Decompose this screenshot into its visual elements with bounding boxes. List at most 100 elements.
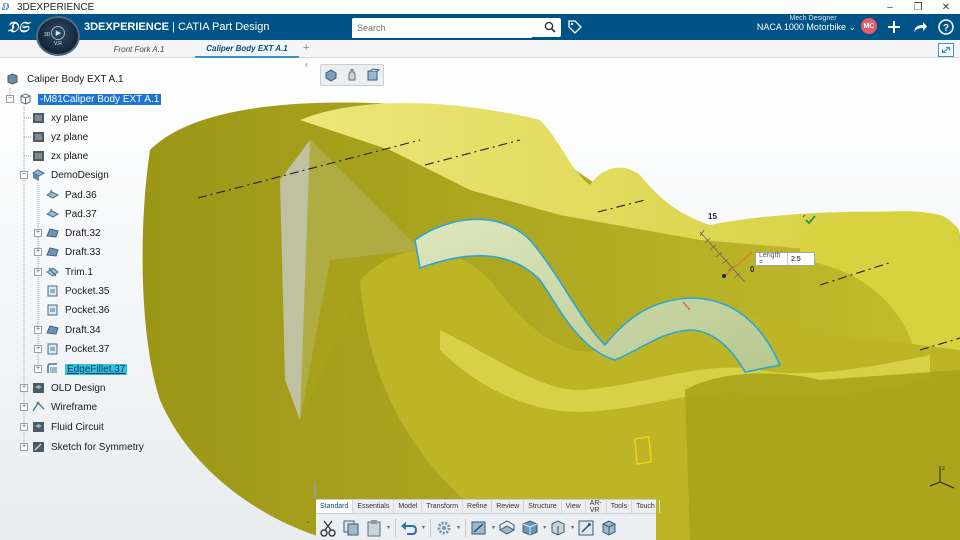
expand-toggle[interactable]: + <box>34 365 42 373</box>
expand-toggle[interactable]: + <box>34 248 42 256</box>
action-bar-collapse-arrow[interactable]: ⌄ <box>305 517 311 525</box>
tree-node-draft32[interactable]: + Draft.32 <box>34 225 101 241</box>
user-avatar[interactable]: MC <box>861 18 877 34</box>
minimize-button[interactable]: – <box>876 2 904 13</box>
cube-tool-icon[interactable] <box>599 518 619 538</box>
tree-node-trim1[interactable]: + Trim.1 <box>34 264 93 280</box>
tree-label: Sketch for Symmetry <box>51 441 144 453</box>
tab-refine[interactable]: Refine <box>463 500 493 513</box>
plane-icon <box>33 113 44 123</box>
brand-label: 3DEXPERIENCE <box>84 21 169 33</box>
tree-node-draft34[interactable]: + Draft.34 <box>34 322 101 338</box>
fullscreen-icon[interactable] <box>938 43 954 57</box>
tree-node-xy-plane[interactable]: xy plane <box>32 110 88 126</box>
tree-node-draft33[interactable]: + Draft.33 <box>34 244 101 260</box>
tab-essentials[interactable]: Essentials <box>353 500 395 513</box>
tab-caliper-body[interactable]: Caliper Body EXT A.1 <box>195 40 299 58</box>
body-tool-icon[interactable] <box>548 518 568 538</box>
expand-toggle[interactable]: + <box>20 403 28 411</box>
tab-view[interactable]: View <box>562 500 586 513</box>
project-selector[interactable]: NACA 1000 Motorbike ⌄ <box>740 22 856 33</box>
3d-viewport[interactable] <box>0 58 960 540</box>
tab-model[interactable]: Model <box>394 500 423 513</box>
expand-toggle[interactable]: + <box>34 229 42 237</box>
action-bar-handle[interactable] <box>314 482 316 498</box>
pan-icon[interactable] <box>345 68 359 82</box>
collapse-toggle[interactable]: − <box>6 95 14 103</box>
tab-structure[interactable]: Structure <box>524 500 562 513</box>
pad-tool-icon[interactable] <box>497 518 517 538</box>
expand-toggle[interactable]: + <box>34 268 42 276</box>
compass-version: V.R <box>54 40 62 47</box>
help-icon[interactable]: ? <box>938 19 954 35</box>
sketch-tool-icon[interactable] <box>469 518 489 538</box>
tree-label: Caliper Body EXT A.1 <box>27 73 124 85</box>
search-icon[interactable] <box>544 21 556 33</box>
tree-collapse-arrow[interactable]: ‹ <box>305 60 308 69</box>
tab-standard[interactable]: Standard <box>316 500 354 513</box>
tree-node-demodesign[interactable]: − DemoDesign <box>20 167 109 183</box>
tab-touch[interactable]: Touch <box>632 500 660 513</box>
tab-ar-vr[interactable]: AR-VR <box>586 500 607 514</box>
length-value-input[interactable] <box>788 255 814 263</box>
tab-front-fork[interactable]: Front Fork A.1 <box>96 40 182 58</box>
user-info[interactable]: Mech Designer NACA 1000 Motorbike ⌄ <box>740 15 856 33</box>
tree-node-pad37[interactable]: Pad.37 <box>46 206 97 222</box>
search-box[interactable] <box>352 18 561 38</box>
solid-tool-icon[interactable] <box>520 518 540 538</box>
paste-icon[interactable] <box>364 518 384 538</box>
search-input[interactable] <box>352 18 532 38</box>
body-dropdown-icon[interactable]: ▾ <box>571 524 574 531</box>
copy-icon[interactable] <box>341 518 361 538</box>
add-tab-button[interactable]: + <box>303 42 309 54</box>
undo-icon[interactable] <box>399 518 419 538</box>
undo-dropdown-icon[interactable]: ▾ <box>422 524 425 531</box>
cut-icon[interactable] <box>318 518 338 538</box>
compass-widget[interactable]: 3D ▶ V.R <box>36 16 80 56</box>
restore-button[interactable]: ❐ <box>904 2 932 13</box>
paste-dropdown-icon[interactable]: ▾ <box>387 524 390 531</box>
dassault-logo-icon[interactable]: 𝔇𝔖 <box>0 14 36 40</box>
expand-toggle[interactable]: + <box>34 345 42 353</box>
length-input-box[interactable]: Length = <box>755 252 815 266</box>
share-icon[interactable] <box>912 19 928 35</box>
tab-tools[interactable]: Tools <box>607 500 633 513</box>
tree-node-edgefillet37[interactable]: + EdgeFillet.37 <box>34 361 128 377</box>
play-icon[interactable]: ▶ <box>51 25 65 40</box>
sketch-dropdown-icon[interactable]: ▾ <box>492 524 495 531</box>
expand-toggle[interactable]: + <box>20 423 28 431</box>
settings-gear-icon[interactable] <box>434 518 454 538</box>
tree-node-yz-plane[interactable]: yz plane <box>32 129 88 145</box>
tree-node-part[interactable]: − -M81Caliper Body EXT A.1 <box>6 91 162 107</box>
fit-all-icon[interactable] <box>324 68 338 82</box>
ruler-origin <box>722 274 726 278</box>
tree-node-old-design[interactable]: + OLD Design <box>20 380 105 396</box>
settings-dropdown-icon[interactable]: ▾ <box>457 524 460 531</box>
tree-node-pad36[interactable]: Pad.36 <box>46 187 97 203</box>
tree-node-pocket36[interactable]: Pocket.36 <box>46 302 109 318</box>
validate-check-icon[interactable] <box>802 213 816 225</box>
tree-label: zx plane <box>51 150 89 162</box>
tree-node-zx-plane[interactable]: zx plane <box>32 148 88 164</box>
axis-triad-icon[interactable]: z <box>926 462 956 492</box>
collapse-toggle[interactable]: − <box>20 171 28 179</box>
solid-dropdown-icon[interactable]: ▾ <box>543 524 546 531</box>
tab-transform[interactable]: Transform <box>422 500 464 513</box>
plane-icon <box>33 132 44 142</box>
tree-node-pocket35[interactable]: Pocket.35 <box>46 283 109 299</box>
tree-label: OLD Design <box>51 382 106 394</box>
tab-review[interactable]: Review <box>492 500 525 513</box>
expand-toggle[interactable]: + <box>20 443 28 451</box>
rotate-icon[interactable] <box>366 68 380 82</box>
tree-node-sketch-symmetry[interactable]: + Sketch for Symmetry <box>20 439 144 455</box>
expand-toggle[interactable]: + <box>20 384 28 392</box>
close-button[interactable]: ✕ <box>932 2 960 13</box>
tree-node-wireframe[interactable]: + Wireframe <box>20 399 97 415</box>
measure-tool-icon[interactable] <box>576 518 596 538</box>
tag-icon[interactable] <box>568 20 582 34</box>
tree-node-pocket37[interactable]: + Pocket.37 <box>34 341 109 357</box>
expand-toggle[interactable]: + <box>34 326 42 334</box>
tree-node-fluid-circuit[interactable]: + Fluid Circuit <box>20 419 104 435</box>
add-icon[interactable] <box>886 19 902 35</box>
tree-node-root[interactable]: Caliper Body EXT A.1 <box>6 71 124 87</box>
